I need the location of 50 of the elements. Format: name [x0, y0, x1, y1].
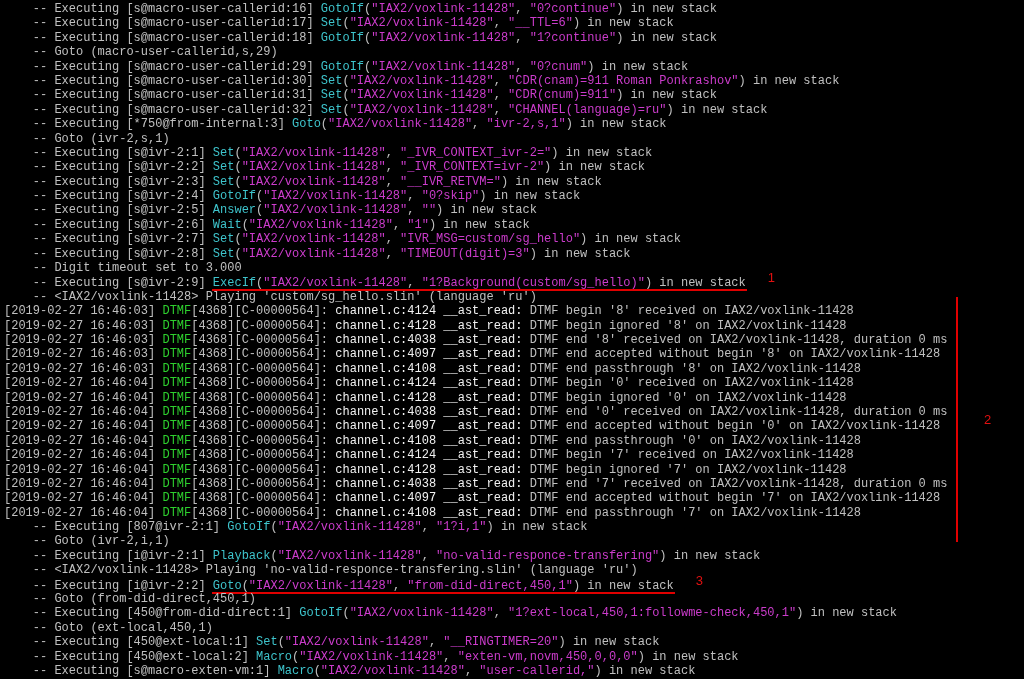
- log-line: -- Executing [s@ivr-2:1] Set("IAX2/voxlink-11428", "_IVR_CONTEXT_ivr-2=") in new stack: [32, 145, 653, 160]
- log-line: -- Digit timeout set to 3.000: [32, 261, 242, 276]
- log-line: -- Executing [s@macro-user-callerid:30] Set("IAX2/voxlink-11428", "CDR(cnam)=911 Roman Ponkrashov") in new stack: [32, 73, 840, 88]
- log-line: [2019-02-27 16:46:03] DTMF[4368][C-00000564]: channel.c:4124 __ast_read: DTMF begin '8' received on IAX2/voxlink-11428: [4, 304, 854, 319]
- log-line: -- Executing [s@macro-exten-vm:1] Macro("IAX2/voxlink-11428", "user-callerid,") in new stack: [32, 663, 696, 678]
- log-line: -- Executing [i@ivr-2:2] Goto("IAX2/voxlink-11428", "from-did-direct,450,1") in new stack: [32, 578, 674, 593]
- log-line: -- Executing [s@ivr-2:6] Wait("IAX2/voxlink-11428", "1") in new stack: [32, 217, 530, 232]
- log-line: [2019-02-27 16:46:04] DTMF[4368][C-00000564]: channel.c:4108 __ast_read: DTMF end passthrough '7' on IAX2/voxlink-11428: [4, 505, 861, 520]
- annotation-number: 3: [695, 572, 703, 588]
- annotation-number: 1: [767, 270, 775, 286]
- log-line: [2019-02-27 16:46:04] DTMF[4368][C-00000564]: channel.c:4097 __ast_read: DTMF end accepted without begin '7' on IAX2/voxlink-11428: [4, 491, 941, 506]
- log-line: -- Goto (macro-user-callerid,s,29): [32, 45, 278, 60]
- log-line: -- Goto (ivr-2,i,1): [32, 534, 170, 549]
- log-line: [2019-02-27 16:46:04] DTMF[4368][C-00000564]: channel.c:4097 __ast_read: DTMF end accepted without begin '0' on IAX2/voxlink-11428: [4, 419, 941, 434]
- log-line: -- Executing [s@macro-user-callerid:16] GotoIf("IAX2/voxlink-11428", "0?continue") in new stack: [32, 2, 717, 16]
- log-line: -- Executing [s@macro-user-callerid:18] GotoIf("IAX2/voxlink-11428", "1?continue") in new stack: [32, 30, 717, 45]
- log-line: -- Executing [s@macro-user-callerid:31] Set("IAX2/voxlink-11428", "CDR(cnum)=911") in new stack: [32, 88, 717, 103]
- log-line: -- Goto (ext-local,450,1): [32, 620, 213, 635]
- log-line: [2019-02-27 16:46:04] DTMF[4368][C-00000564]: channel.c:4128 __ast_read: DTMF begin ignored '0' on IAX2/voxlink-11428: [4, 390, 847, 405]
- log-line: [2019-02-27 16:46:03] DTMF[4368][C-00000564]: channel.c:4097 __ast_read: DTMF end accepted without begin '8' on IAX2/voxlink-11428: [4, 347, 941, 362]
- log-line: [2019-02-27 16:46:04] DTMF[4368][C-00000564]: channel.c:4038 __ast_read: DTMF end '7' received on IAX2/voxlink-11428, duration 0 ms: [4, 476, 948, 491]
- log-line: -- Executing [807@ivr-2:1] GotoIf("IAX2/voxlink-11428", "1?i,1") in new stack: [32, 520, 588, 535]
- log-line: -- Executing [s@macro-user-callerid:17] Set("IAX2/voxlink-11428", "__TTL=6") in new stack: [32, 16, 674, 31]
- log-line: -- Executing [s@ivr-2:5] Answer("IAX2/voxlink-11428", "") in new stack: [32, 203, 537, 218]
- log-line: -- Executing [s@ivr-2:2] Set("IAX2/voxlink-11428", "_IVR_CONTEXT=ivr-2") in new stack: [32, 160, 645, 175]
- log-line: [2019-02-27 16:46:04] DTMF[4368][C-00000564]: channel.c:4038 __ast_read: DTMF end '0' received on IAX2/voxlink-11428, duration 0 ms: [4, 404, 948, 419]
- log-line: -- Executing [450@from-did-direct:1] GotoIf("IAX2/voxlink-11428", "1?ext-local,450,1:followme-check,450,1") in new stack: [32, 606, 897, 621]
- log-line: [2019-02-27 16:46:04] DTMF[4368][C-00000564]: channel.c:4108 __ast_read: DTMF end passthrough '0' on IAX2/voxlink-11428: [4, 433, 861, 448]
- log-line: -- Executing [s@macro-user-callerid:29] GotoIf("IAX2/voxlink-11428", "0?cnum") in new stack: [32, 59, 689, 74]
- log-line: [2019-02-27 16:46:04] DTMF[4368][C-00000564]: channel.c:4128 __ast_read: DTMF begin ignored '7' on IAX2/voxlink-11428: [4, 462, 847, 477]
- log-line: [2019-02-27 16:46:04] DTMF[4368][C-00000564]: channel.c:4124 __ast_read: DTMF begin '0' received on IAX2/voxlink-11428: [4, 376, 854, 391]
- log-line: -- Executing [s@ivr-2:9] ExecIf("IAX2/voxlink-11428", "1?Background(custom/sg_hello)") in new stack: [32, 276, 746, 291]
- log-line: -- Executing [s@ivr-2:8] Set("IAX2/voxlink-11428", "TIMEOUT(digit)=3") in new stack: [32, 246, 631, 261]
- log-line: -- <IAX2/voxlink-11428> Playing 'custom/sg_hello.slin' (language 'ru'): [32, 289, 537, 304]
- log-line: -- Executing [s@macro-user-callerid:32] Set("IAX2/voxlink-11428", "CHANNEL(language)=ru") in new stack: [32, 102, 768, 117]
- log-line: -- Executing [450@ext-local:2] Macro("IAX2/voxlink-11428", "exten-vm,novm,450,0,0,0") in new stack: [32, 649, 739, 664]
- log-line: -- Executing [s@ivr-2:3] Set("IAX2/voxlink-11428", "__IVR_RETVM=") in new stack: [32, 174, 602, 189]
- log-line: -- Executing [i@ivr-2:1] Playback("IAX2/voxlink-11428", "no-valid-responce-transfering") in new stack: [32, 548, 761, 563]
- log-line: -- Goto (from-did-direct,450,1): [32, 592, 257, 606]
- log-line: -- Executing [450@ext-local:1] Set("IAX2/voxlink-11428", "__RINGTIMER=20") in new stack: [32, 635, 660, 650]
- log-line: -- <IAX2/voxlink-11428> Playing 'no-valid-responce-transfering.slin' (language 'ru'): [32, 563, 638, 578]
- log-line: -- Goto (ivr-2,s,1): [32, 131, 170, 146]
- log-line: [2019-02-27 16:46:03] DTMF[4368][C-00000564]: channel.c:4108 __ast_read: DTMF end passthrough '8' on IAX2/voxlink-11428: [4, 361, 861, 376]
- log-line: [2019-02-27 16:46:04] DTMF[4368][C-00000564]: channel.c:4124 __ast_read: DTMF begin '7' received on IAX2/voxlink-11428: [4, 448, 854, 463]
- log-line: -- Executing [*750@from-internal:3] Goto("IAX2/voxlink-11428", "ivr-2,s,1") in new stack: [32, 117, 667, 132]
- log-line: [2019-02-27 16:46:03] DTMF[4368][C-00000564]: channel.c:4128 __ast_read: DTMF begin ignored '8' on IAX2/voxlink-11428: [4, 318, 847, 333]
- log-line: -- Executing [s@ivr-2:4] GotoIf("IAX2/voxlink-11428", "0?skip") in new stack: [32, 189, 581, 204]
- log-line: -- Executing [s@ivr-2:7] Set("IAX2/voxlink-11428", "IVR_MSG=custom/sg_hello") in new stack: [32, 232, 681, 247]
- annotation-number: 2: [984, 411, 992, 427]
- log-line: [2019-02-27 16:46:03] DTMF[4368][C-00000564]: channel.c:4038 __ast_read: DTMF end '8' received on IAX2/voxlink-11428, duration 0 ms: [4, 333, 948, 347]
